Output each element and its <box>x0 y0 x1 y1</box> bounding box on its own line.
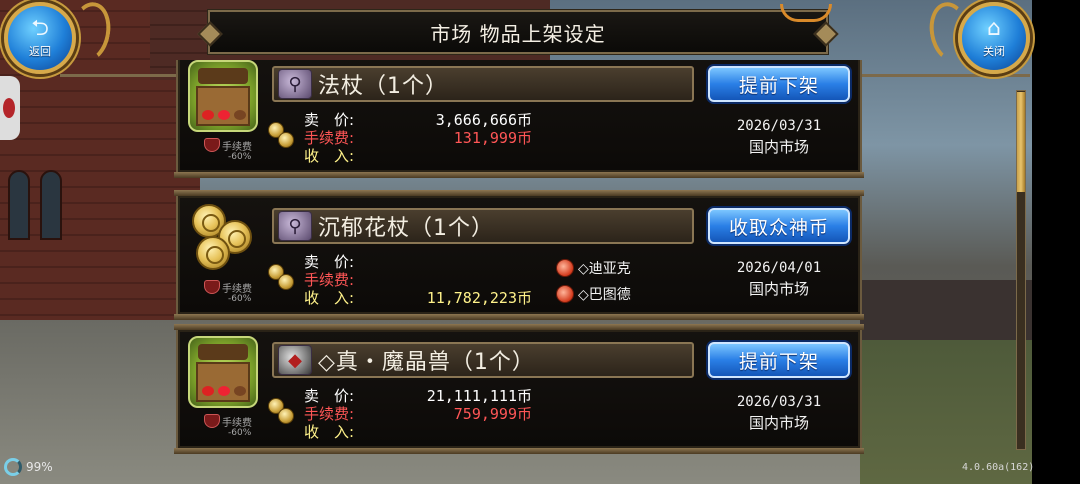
listing-card: 手续费 -60% ⚲ 沉郁花杖（1个） 卖 价: 手续费: 收 入: 11,78… <box>174 190 864 320</box>
fee-discount-label: 手续费 <box>222 418 252 429</box>
listing-list: 手续费 -60% ⚲ 法杖（1个） 卖 价: 手续费: 收 入: 3,666,6… <box>172 60 866 480</box>
price-label: 卖 价: <box>304 253 355 271</box>
fee-value: 131,999币 <box>453 129 532 147</box>
fee-discount-icon <box>204 138 220 152</box>
market-stall-icon <box>188 60 258 132</box>
header-ornament <box>780 4 832 22</box>
collect-coins-button[interactable]: 收取众神币 <box>708 208 850 244</box>
battery-status: 99% <box>4 458 53 476</box>
screen-edge <box>1032 0 1080 484</box>
item-name-bar: ◆ ◇真・魔晶兽（1个） <box>272 342 694 378</box>
side-pull-tab[interactable] <box>0 76 20 140</box>
price-label: 卖 价: <box>304 387 355 405</box>
fee-discount-pct: -60% <box>228 152 252 162</box>
income-value: 11,782,223币 <box>426 289 532 307</box>
delist-button[interactable]: 提前下架 <box>708 342 850 378</box>
fee-discount-pct: -60% <box>228 428 252 438</box>
staff-icon: ⚲ <box>278 211 312 241</box>
close-button[interactable]: ⌂ 关闭 <box>958 2 1030 74</box>
back-arrow-icon: ⮌ <box>31 15 49 41</box>
stone-wall <box>860 280 1032 340</box>
listing-date: 2026/03/31 <box>736 118 822 134</box>
market-type: 国内市场 <box>748 414 809 432</box>
coins-icon <box>188 202 258 274</box>
page-title: 市场 物品上架设定 <box>430 21 606 46</box>
buyer-entry: ◇迪亚克 <box>556 258 631 278</box>
fee-label: 手续费: <box>304 405 355 423</box>
buyer-entry: ◇巴图德 <box>556 284 631 304</box>
close-button-label: 关闭 <box>983 44 1005 58</box>
item-name: ◇真・魔晶兽（1个） <box>318 350 535 375</box>
buyer-icon <box>556 259 574 277</box>
listing-card: 手续费 -60% ⚲ 法杖（1个） 卖 价: 手续费: 收 入: 3,666,6… <box>174 60 864 178</box>
fee-discount-icon <box>204 280 220 294</box>
window <box>40 170 62 240</box>
window <box>8 170 30 240</box>
battery-icon <box>4 458 22 476</box>
fee-label: 手续费: <box>304 129 355 147</box>
price-value: 3,666,666币 <box>435 111 532 129</box>
home-icon: ⌂ <box>987 15 1001 41</box>
item-name-bar: ⚲ 沉郁花杖（1个） <box>272 208 694 244</box>
buyer-name: ◇迪亚克 <box>578 261 631 277</box>
coin-icon <box>268 396 298 426</box>
battery-level: 99% <box>26 460 53 474</box>
delist-button[interactable]: 提前下架 <box>708 66 850 102</box>
fee-discount-label: 手续费 <box>222 284 252 295</box>
item-name: 法杖（1个） <box>318 74 448 99</box>
fee-discount-pct: -60% <box>228 294 252 304</box>
market-type: 国内市场 <box>748 280 809 298</box>
fee-discount-label: 手续费 <box>222 142 252 153</box>
back-button-label: 返回 <box>29 44 51 58</box>
fee-label: 手续费: <box>304 271 355 289</box>
fee-discount-icon <box>204 414 220 428</box>
market-type: 国内市场 <box>748 138 809 156</box>
income-label: 收 入: <box>304 289 355 307</box>
price-label: 卖 价: <box>304 111 355 129</box>
market-stall-icon <box>188 336 258 408</box>
crystal-beast-icon: ◆ <box>278 345 312 375</box>
scrollbar-thumb[interactable] <box>1017 92 1025 192</box>
staff-icon: ⚲ <box>278 69 312 99</box>
buyer-icon <box>556 285 574 303</box>
listing-date: 2026/03/31 <box>736 394 822 410</box>
back-button[interactable]: ⮌ 返回 <box>4 2 76 74</box>
version-label: 4.0.60a(162) <box>962 462 1035 473</box>
fee-value: 759,999币 <box>453 405 532 423</box>
listing-date: 2026/04/01 <box>736 260 822 276</box>
title-bar: 市场 物品上架设定 <box>207 4 832 55</box>
coin-icon <box>268 262 298 292</box>
buyer-name: ◇巴图德 <box>578 287 631 303</box>
coin-icon <box>268 120 298 150</box>
listing-card: 手续费 -60% ◆ ◇真・魔晶兽（1个） 卖 价: 手续费: 收 入: 21,… <box>174 324 864 454</box>
income-label: 收 入: <box>304 147 355 165</box>
item-name: 沉郁花杖（1个） <box>318 216 494 241</box>
income-label: 收 入: <box>304 423 355 441</box>
item-name-bar: ⚲ 法杖（1个） <box>272 66 694 102</box>
price-value: 21,111,111币 <box>426 387 532 405</box>
